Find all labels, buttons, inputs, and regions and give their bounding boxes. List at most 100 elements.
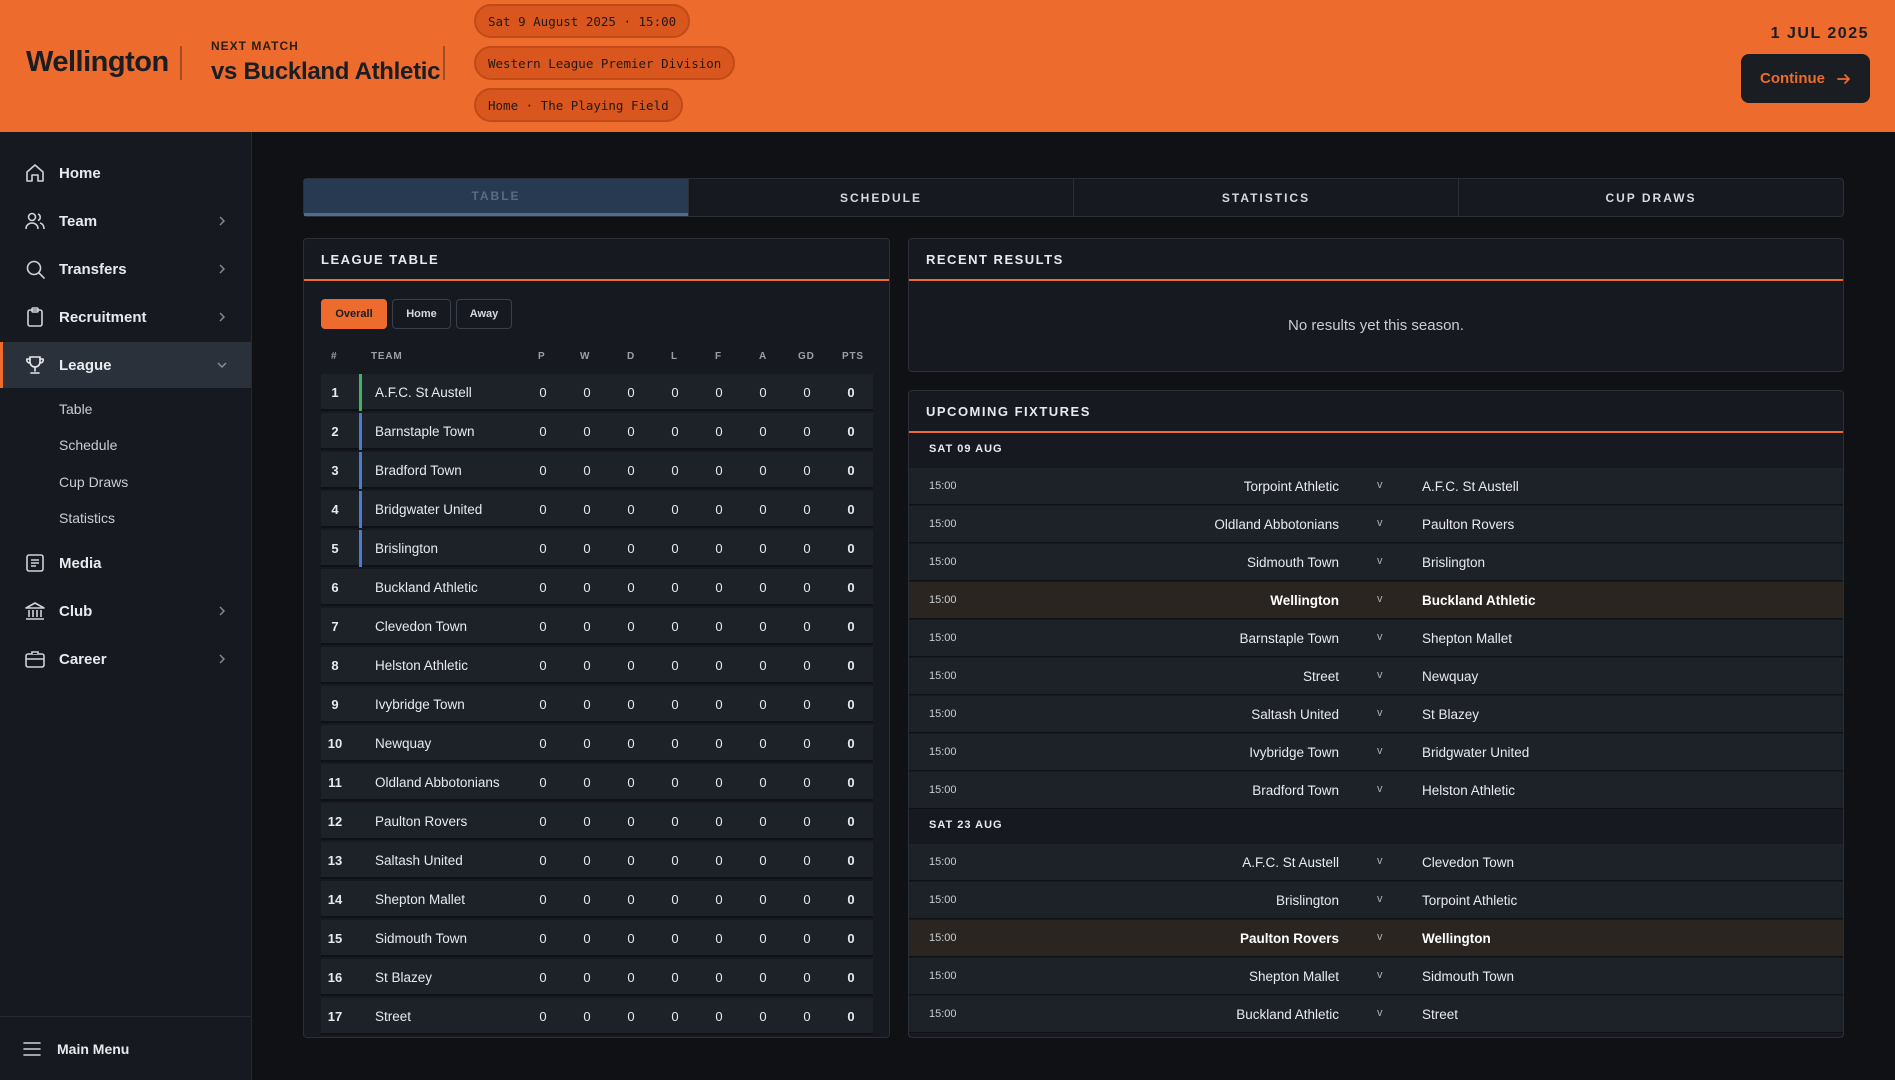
fixture-away-team: Sidmouth Town: [1422, 969, 1515, 984]
fixture-row[interactable]: 15:00 Oldland Abbotonians Paulton Rovers v: [909, 506, 1843, 543]
fixture-away-team: Shepton Mallet: [1422, 631, 1513, 646]
arrow-right-icon: [1837, 73, 1850, 84]
row-stat-f: 0: [715, 1009, 723, 1024]
zone-indicator: [359, 413, 362, 450]
row-stat-p: 0: [539, 736, 547, 751]
table-row[interactable]: 12 Paulton Rovers 0 0 0 0 0 0 0 0: [321, 803, 873, 840]
row-stat-f: 0: [715, 736, 723, 751]
table-row[interactable]: 6 Buckland Athletic 0 0 0 0 0 0 0 0: [321, 569, 873, 606]
table-row[interactable]: 14 Shepton Mallet 0 0 0 0 0 0 0 0: [321, 881, 873, 918]
fixture-row[interactable]: 15:00 Street Newquay v: [909, 658, 1843, 695]
fixture-home-team: Wellington: [1270, 593, 1339, 608]
row-stat-l: 0: [671, 463, 679, 478]
row-position: 16: [327, 970, 343, 985]
row-stat-p: 0: [539, 502, 547, 517]
table-row[interactable]: 17 Street 0 0 0 0 0 0 0 0: [321, 998, 873, 1035]
main-menu-button[interactable]: Main Menu: [0, 1016, 251, 1080]
fixture-home-team: Torpoint Athletic: [1243, 479, 1339, 494]
sidebar-subitem-statistics[interactable]: Statistics: [59, 510, 115, 526]
fixture-vs-label: v: [1377, 931, 1383, 943]
table-row[interactable]: 2 Barnstaple Town 0 0 0 0 0 0 0 0: [321, 413, 873, 450]
sidebar-subitem-schedule[interactable]: Schedule: [59, 437, 117, 453]
row-stat-pts: 0: [847, 970, 855, 985]
no-results-message: No results yet this season.: [1288, 317, 1464, 334]
row-stat-w: 0: [583, 697, 591, 712]
sidebar-item-team[interactable]: Team: [0, 198, 251, 244]
table-row[interactable]: 7 Clevedon Town 0 0 0 0 0 0 0 0: [321, 608, 873, 645]
fixture-row[interactable]: 15:00 A.F.C. St Austell Clevedon Town v: [909, 844, 1843, 881]
table-row[interactable]: 5 Brislington 0 0 0 0 0 0 0 0: [321, 530, 873, 567]
sidebar-item-career[interactable]: Career: [0, 636, 251, 682]
tab-table[interactable]: TABLE: [304, 179, 688, 216]
table-row[interactable]: 10 Newquay 0 0 0 0 0 0 0 0: [321, 725, 873, 762]
fixture-row[interactable]: 15:00 Buckland Athletic Street v: [909, 996, 1843, 1033]
sidebar-item-league[interactable]: League: [0, 342, 251, 388]
venue-pill: Home · The Playing Field: [474, 88, 683, 122]
fixture-away-team: Wellington: [1422, 931, 1491, 946]
continue-button[interactable]: Continue: [1741, 54, 1870, 103]
row-stat-d: 0: [627, 424, 635, 439]
row-stat-w: 0: [583, 775, 591, 790]
filter-home-button[interactable]: Home: [392, 299, 451, 329]
row-position: 6: [331, 580, 339, 595]
fixture-row[interactable]: 15:00 Bradford Town Helston Athletic v: [909, 772, 1843, 809]
tab-cup-draws[interactable]: CUP DRAWS: [1458, 179, 1843, 216]
fixture-row[interactable]: 15:00 Ivybridge Town Bridgwater United v: [909, 734, 1843, 771]
home-icon: [26, 164, 44, 182]
fixture-away-team: A.F.C. St Austell: [1422, 479, 1519, 494]
fixture-time: 15:00: [929, 746, 957, 758]
sidebar-item-club[interactable]: Club: [0, 588, 251, 634]
sidebar-item-recruitment[interactable]: Recruitment: [0, 294, 251, 340]
sidebar-item-transfers[interactable]: Transfers: [0, 246, 251, 292]
column-header: GD: [798, 351, 815, 362]
table-row[interactable]: 3 Bradford Town 0 0 0 0 0 0 0 0: [321, 452, 873, 489]
fixture-row[interactable]: 15:00 Paulton Rovers Wellington v: [909, 920, 1843, 957]
row-stat-f: 0: [715, 814, 723, 829]
sidebar-item-home[interactable]: Home: [0, 150, 251, 196]
tab-statistics[interactable]: STATISTICS: [1073, 179, 1458, 216]
table-row[interactable]: 4 Bridgwater United 0 0 0 0 0 0 0 0: [321, 491, 873, 528]
fixture-row[interactable]: 15:00 Saltash United St Blazey v: [909, 696, 1843, 733]
table-row[interactable]: 16 St Blazey 0 0 0 0 0 0 0 0: [321, 959, 873, 996]
row-stat-f: 0: [715, 502, 723, 517]
fixture-time: 15:00: [929, 970, 957, 982]
sidebar-subitem-table[interactable]: Table: [59, 401, 92, 417]
fixture-row[interactable]: 15:00 Shepton Mallet Sidmouth Town v: [909, 958, 1843, 995]
row-position: 1: [331, 385, 339, 400]
row-stat-gd: 0: [803, 931, 811, 946]
filter-overall-button[interactable]: Overall: [321, 299, 387, 329]
row-stat-f: 0: [715, 619, 723, 634]
search-icon: [26, 260, 45, 279]
fixture-row[interactable]: 15:00 Brislington Torpoint Athletic v: [909, 882, 1843, 919]
fixture-row[interactable]: 15:00 Torpoint Athletic A.F.C. St Austell v: [909, 468, 1843, 505]
table-row[interactable]: 13 Saltash United 0 0 0 0 0 0 0 0: [321, 842, 873, 879]
table-row[interactable]: 8 Helston Athletic 0 0 0 0 0 0 0 0: [321, 647, 873, 684]
table-row[interactable]: 9 Ivybridge Town 0 0 0 0 0 0 0 0: [321, 686, 873, 723]
filter-away-button[interactable]: Away: [456, 299, 512, 329]
fixture-row[interactable]: 15:00 Sidmouth Town Brislington v: [909, 544, 1843, 581]
chevron-right-icon: [219, 654, 225, 664]
tab-schedule[interactable]: SCHEDULE: [688, 179, 1073, 216]
fixture-time: 15:00: [929, 480, 957, 492]
sidebar-subitem-cup-draws[interactable]: Cup Draws: [59, 474, 128, 490]
row-stat-d: 0: [627, 892, 635, 907]
table-row[interactable]: 15 Sidmouth Town 0 0 0 0 0 0 0 0: [321, 920, 873, 957]
row-stat-pts: 0: [847, 385, 855, 400]
table-row[interactable]: 1 A.F.C. St Austell 0 0 0 0 0 0 0 0: [321, 374, 873, 411]
row-stat-a: 0: [759, 658, 767, 673]
table-row[interactable]: 11 Oldland Abbotonians 0 0 0 0 0 0 0 0: [321, 764, 873, 801]
row-stat-f: 0: [715, 892, 723, 907]
row-team-name: Saltash United: [375, 853, 463, 868]
row-stat-d: 0: [627, 697, 635, 712]
row-stat-l: 0: [671, 619, 679, 634]
sidebar-item-label: Home: [59, 164, 101, 182]
fixture-time: 15:00: [929, 518, 957, 530]
fixture-vs-label: v: [1377, 555, 1383, 567]
zone-indicator: [359, 881, 362, 918]
fixture-row[interactable]: 15:00 Barnstaple Town Shepton Mallet v: [909, 620, 1843, 657]
row-stat-f: 0: [715, 424, 723, 439]
row-stat-pts: 0: [847, 775, 855, 790]
sidebar-item-media[interactable]: Media: [0, 540, 251, 586]
row-stat-a: 0: [759, 931, 767, 946]
fixture-row[interactable]: 15:00 Wellington Buckland Athletic v: [909, 582, 1843, 619]
